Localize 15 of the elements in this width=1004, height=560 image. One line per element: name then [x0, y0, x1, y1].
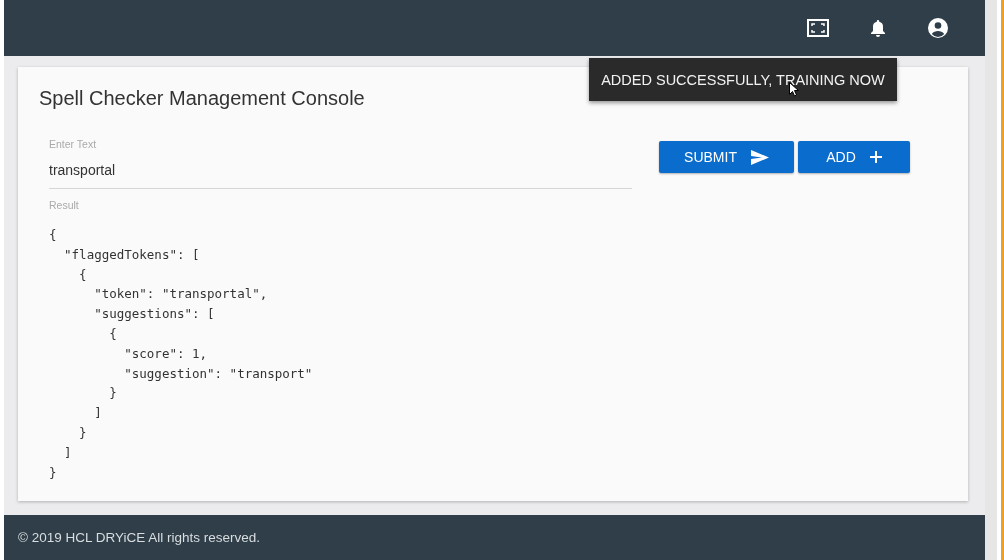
scrollbar[interactable] [985, 0, 997, 560]
result-json: { "flaggedTokens": [ { "token": "transportal", "suggestions": [ { "score": 1, "suggestion": "transport" } ] } ] } [49, 226, 313, 482]
result-label: Result [49, 199, 79, 211]
text-input-field[interactable]: transportal [49, 162, 632, 189]
plus-icon [869, 151, 882, 163]
account-icon[interactable] [928, 18, 948, 38]
toast-message: ADDED SUCCESSFULLY, TRAINING NOW [589, 58, 897, 101]
submit-button[interactable]: SUBMIT [659, 141, 794, 173]
send-icon [750, 149, 769, 165]
fullscreen-icon[interactable] [807, 19, 829, 37]
add-button[interactable]: ADD [798, 141, 910, 173]
input-label: Enter Text [49, 138, 97, 150]
page-title: Spell Checker Management Console [39, 87, 365, 110]
notification-bell-icon[interactable] [870, 19, 886, 37]
copyright-text: © 2019 HCL DRYiCE All rights reserved. [18, 530, 261, 545]
